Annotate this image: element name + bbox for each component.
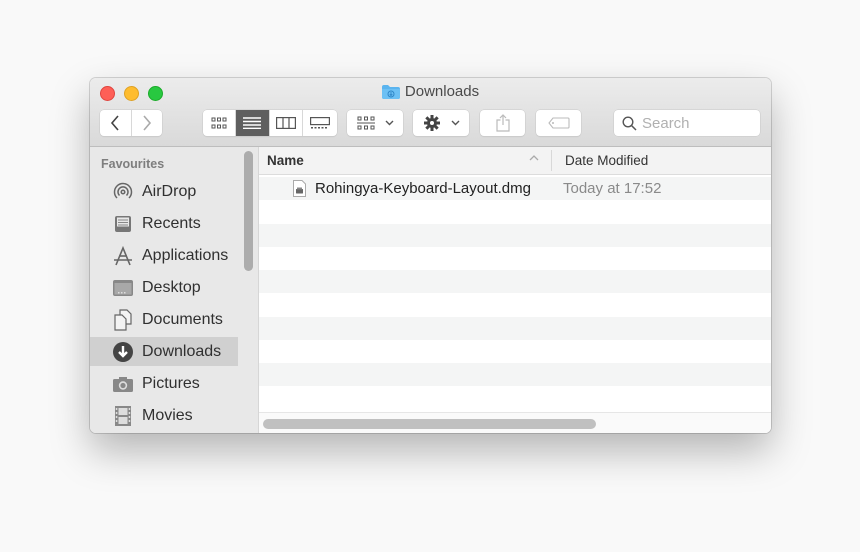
empty-row bbox=[259, 270, 771, 293]
empty-row bbox=[259, 340, 771, 363]
sidebar-item-pictures[interactable]: Pictures bbox=[90, 369, 238, 398]
pictures-icon bbox=[112, 373, 134, 395]
list-view-icon bbox=[243, 117, 262, 129]
sidebar-item-label: Documents bbox=[142, 310, 223, 328]
sidebar-item-label: Desktop bbox=[142, 278, 201, 296]
empty-row bbox=[259, 200, 771, 223]
chevron-left-icon bbox=[111, 115, 119, 131]
gallery-view-button[interactable] bbox=[302, 110, 337, 136]
horizontal-scrollbar-track bbox=[259, 412, 771, 433]
empty-row bbox=[259, 247, 771, 270]
horizontal-scrollbar[interactable] bbox=[263, 419, 596, 429]
documents-icon bbox=[112, 308, 134, 331]
sidebar-item-label: Pictures bbox=[142, 374, 200, 392]
airdrop-icon bbox=[112, 181, 134, 203]
downloads-icon bbox=[112, 341, 134, 363]
column-header-name[interactable]: Name bbox=[267, 153, 304, 168]
sidebar-item-label: Downloads bbox=[142, 342, 222, 360]
chevron-right-icon bbox=[143, 115, 151, 131]
sidebar-item-desktop[interactable]: Desktop bbox=[90, 273, 238, 302]
sidebar-item-label: AirDrop bbox=[142, 182, 197, 200]
column-divider[interactable] bbox=[551, 150, 552, 171]
sidebar-item-recents[interactable]: Recents bbox=[90, 209, 238, 238]
back-button[interactable] bbox=[100, 110, 132, 136]
gear-icon bbox=[423, 115, 440, 131]
sidebar-section-favourites: Favourites bbox=[101, 157, 165, 171]
sidebar-item-label: Applications bbox=[142, 246, 229, 264]
recents-icon bbox=[112, 213, 134, 235]
forward-button[interactable] bbox=[131, 110, 162, 136]
tag-button[interactable] bbox=[536, 110, 581, 136]
column-view-icon bbox=[275, 117, 296, 129]
column-view-button[interactable] bbox=[269, 110, 303, 136]
empty-row bbox=[259, 363, 771, 386]
gallery-view-icon bbox=[309, 117, 330, 129]
table-row[interactable]: Rohingya-Keyboard-Layout.dmg Today at 17… bbox=[259, 177, 771, 200]
sidebar-item-label: Recents bbox=[142, 214, 201, 232]
sidebar-item-downloads[interactable]: Downloads bbox=[90, 337, 238, 366]
sidebar-item-label: Movies bbox=[142, 406, 193, 424]
movies-icon bbox=[112, 405, 134, 427]
group-by-button[interactable] bbox=[347, 110, 403, 136]
downloads-folder-icon bbox=[381, 84, 400, 99]
share-icon bbox=[495, 114, 510, 132]
action-button[interactable] bbox=[413, 110, 469, 136]
view-mode-switcher bbox=[203, 110, 337, 136]
file-name: Rohingya-Keyboard-Layout.dmg bbox=[315, 180, 531, 197]
window-title-text: Downloads bbox=[404, 83, 480, 100]
navigation-buttons bbox=[100, 110, 162, 136]
dmg-file-icon bbox=[293, 180, 306, 197]
search-icon bbox=[622, 115, 637, 131]
icon-view-icon bbox=[211, 117, 227, 129]
finder-window: Downloads Search Favourites AirDrop Rece… bbox=[90, 78, 771, 433]
search-placeholder: Search bbox=[642, 114, 690, 132]
share-button[interactable] bbox=[480, 110, 525, 136]
group-by-icon bbox=[356, 116, 375, 130]
file-date-modified: Today at 17:52 bbox=[563, 180, 662, 197]
sidebar-item-movies[interactable]: Movies bbox=[90, 401, 238, 430]
empty-row bbox=[259, 224, 771, 247]
chevron-down-icon bbox=[451, 120, 459, 126]
file-list: Name Date Modified Rohingya-Keyboard-Lay… bbox=[259, 147, 771, 433]
sort-ascending-icon[interactable] bbox=[529, 152, 539, 164]
applications-icon bbox=[112, 245, 134, 267]
empty-row bbox=[259, 293, 771, 316]
icon-view-button[interactable] bbox=[203, 110, 237, 136]
sidebar-scrollbar[interactable] bbox=[244, 151, 253, 271]
column-header: Name Date Modified bbox=[259, 147, 771, 175]
chevron-down-icon bbox=[385, 120, 393, 126]
sidebar-item-applications[interactable]: Applications bbox=[90, 241, 238, 270]
empty-row bbox=[259, 386, 771, 409]
sidebar-item-documents[interactable]: Documents bbox=[90, 305, 238, 334]
search-field[interactable]: Search bbox=[614, 110, 760, 136]
sidebar: Favourites AirDrop Recents Applications … bbox=[90, 147, 259, 433]
window-title: Downloads bbox=[90, 83, 771, 100]
tag-icon bbox=[547, 117, 570, 129]
desktop-icon bbox=[112, 277, 134, 299]
sidebar-item-airdrop[interactable]: AirDrop bbox=[90, 177, 238, 206]
column-header-date-modified[interactable]: Date Modified bbox=[565, 153, 648, 168]
empty-row bbox=[259, 317, 771, 340]
title-bar: Downloads Search bbox=[90, 78, 771, 147]
list-view-button[interactable] bbox=[236, 110, 270, 136]
